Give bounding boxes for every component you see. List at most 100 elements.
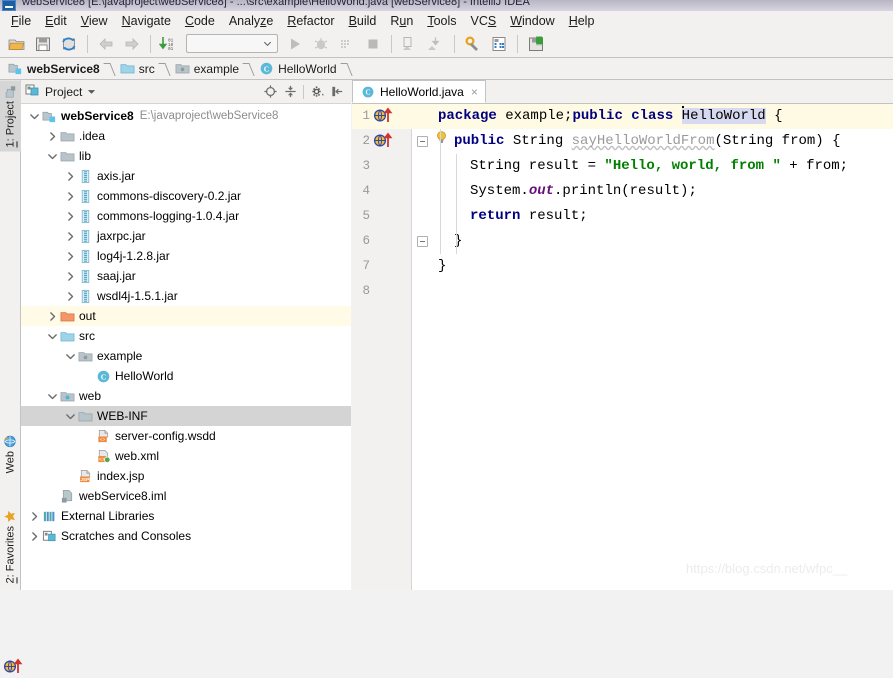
webservice-gutter-icon[interactable]: [373, 132, 409, 151]
menu-tools[interactable]: Tools: [420, 12, 463, 30]
locate-icon[interactable]: [260, 82, 280, 102]
code-editor[interactable]: 1 package example;public class HelloWorl…: [352, 104, 893, 590]
debug-button[interactable]: [308, 32, 334, 56]
chevron-right-icon[interactable]: [63, 206, 77, 226]
tree-node-helloworld[interactable]: C HelloWorld: [21, 366, 351, 386]
code-line[interactable]: 8: [352, 279, 893, 304]
update-project-button[interactable]: [397, 32, 423, 56]
tree-node-axis-jar[interactable]: axis.jar: [21, 166, 351, 186]
chevron-right-icon[interactable]: [63, 266, 77, 286]
tree-node-src[interactable]: src: [21, 326, 351, 346]
code-line[interactable]: 5 return result;: [352, 204, 893, 229]
run-button[interactable]: [282, 32, 308, 56]
chevron-right-icon[interactable]: [27, 506, 41, 526]
chevron-down-icon[interactable]: [45, 146, 59, 166]
menu-help[interactable]: Help: [562, 12, 602, 30]
coverage-button[interactable]: [334, 32, 360, 56]
save-all-button[interactable]: [30, 32, 56, 56]
chevron-right-icon[interactable]: [63, 246, 77, 266]
stop-button[interactable]: [360, 32, 386, 56]
tree-node-commons-logging-1-0-4-jar[interactable]: commons-logging-1.0.4.jar: [21, 206, 351, 226]
menu-run[interactable]: Run: [383, 12, 420, 30]
menu-edit[interactable]: Edit: [38, 12, 74, 30]
breadcrumb-item-webservice8[interactable]: webService8: [6, 61, 102, 76]
settings-button[interactable]: [460, 32, 486, 56]
editor-tab-helloworld[interactable]: C HelloWorld.java ×: [352, 80, 486, 103]
breadcrumb-item-example[interactable]: example: [173, 61, 241, 76]
chevron-down-icon[interactable]: [87, 85, 96, 99]
tree-node-wsdl4j-1-5-1-jar[interactable]: wsdl4j-1.5.1.jar: [21, 286, 351, 306]
tool-tab-project[interactable]: 1: Project: [0, 80, 21, 152]
tree-node-saaj-jar[interactable]: saaj.jar: [21, 266, 351, 286]
intention-bulb-icon[interactable]: [436, 131, 447, 144]
tree-node-lib[interactable]: lib: [21, 146, 351, 166]
menu-window[interactable]: Window: [503, 12, 561, 30]
tree-node-jaxrpc-jar[interactable]: jaxrpc.jar: [21, 226, 351, 246]
code-line[interactable]: 3 String result = "Hello, world, from " +…: [352, 154, 893, 179]
tree-node-label: wsdl4j-1.5.1.jar: [97, 289, 178, 303]
chevron-right-icon[interactable]: [63, 186, 77, 206]
chevron-right-icon[interactable]: [63, 286, 77, 306]
tree-node-web[interactable]: web: [21, 386, 351, 406]
tree-node-out[interactable]: out: [21, 306, 351, 326]
code-line[interactable]: 4 System.out.println(result);: [352, 179, 893, 204]
menu-file[interactable]: File: [4, 12, 38, 30]
tool-tab-web[interactable]: Web: [0, 430, 21, 477]
tree-node-web-xml[interactable]: <> web.xml: [21, 446, 351, 466]
chevron-right-icon[interactable]: [45, 126, 59, 146]
tool-tab-favorites[interactable]: 2: Favorites: [0, 505, 21, 587]
chevron-down-icon[interactable]: [45, 326, 59, 346]
menu-analyze[interactable]: Analyze: [222, 12, 280, 30]
code-line[interactable]: 7}: [352, 254, 893, 279]
menu-refactor[interactable]: Refactor: [280, 12, 341, 30]
tree-node-log4j-1-2-8-jar[interactable]: log4j-1.2.8.jar: [21, 246, 351, 266]
tree-node--idea[interactable]: .idea: [21, 126, 351, 146]
tree-node-server-config-wsdd[interactable]: <> server-config.wsdd: [21, 426, 351, 446]
chevron-right-icon[interactable]: [63, 226, 77, 246]
web-folder-icon: [59, 386, 76, 406]
tree-node-web-inf[interactable]: WEB-INF: [21, 406, 351, 426]
chevron-down-icon[interactable]: [63, 406, 77, 426]
code-line[interactable]: 1 package example;public class HelloWorl…: [352, 104, 893, 129]
tree-node-scratches-and-consoles[interactable]: Scratches and Consoles: [21, 526, 351, 546]
fold-collapse-icon[interactable]: [417, 236, 428, 247]
chevron-right-icon[interactable]: [45, 306, 59, 326]
close-icon[interactable]: ×: [471, 85, 478, 99]
chevron-right-icon[interactable]: [27, 526, 41, 546]
synchronize-button[interactable]: [56, 32, 82, 56]
code-line[interactable]: 6}: [352, 229, 893, 254]
tree-node-index-jsp[interactable]: JSP index.jsp: [21, 466, 351, 486]
menu-build[interactable]: Build: [342, 12, 384, 30]
tree-node-webservice8-iml[interactable]: webService8.iml: [21, 486, 351, 506]
fold-collapse-icon[interactable]: [417, 136, 428, 147]
menu-view[interactable]: View: [74, 12, 115, 30]
code-line[interactable]: 2 public String sayHelloWorldFrom(String…: [352, 129, 893, 154]
gear-icon[interactable]: [307, 82, 327, 102]
chevron-down-icon[interactable]: [27, 106, 41, 126]
menu-navigate[interactable]: Navigate: [115, 12, 178, 30]
chevron-down-icon[interactable]: [45, 386, 59, 406]
chevron-down-icon[interactable]: [63, 346, 77, 366]
hide-icon[interactable]: [327, 82, 347, 102]
menu-code[interactable]: Code: [178, 12, 222, 30]
webservice-gutter-icon[interactable]: [373, 107, 409, 126]
navigate-forward-button[interactable]: [119, 32, 145, 56]
terminal-tab-icon[interactable]: [3, 658, 23, 678]
open-project-button[interactable]: [4, 32, 30, 56]
chevron-right-icon[interactable]: [63, 166, 77, 186]
sdk-manager-button[interactable]: [523, 32, 549, 56]
tree-node-commons-discovery-0-2-jar[interactable]: commons-discovery-0.2.jar: [21, 186, 351, 206]
run-configuration-select[interactable]: [186, 34, 278, 53]
breadcrumb-item-src[interactable]: src: [118, 61, 157, 76]
collapse-all-icon[interactable]: [280, 82, 300, 102]
menu-vcs[interactable]: VCS: [464, 12, 504, 30]
tree-node-example[interactable]: example: [21, 346, 351, 366]
project-structure-button[interactable]: [486, 32, 512, 56]
tree-node-webservice8[interactable]: webService8 E:\javaproject\webService8: [21, 106, 351, 126]
commit-button[interactable]: [423, 32, 449, 56]
tree-node-external-libraries[interactable]: External Libraries: [21, 506, 351, 526]
project-tree[interactable]: webService8 E:\javaproject\webService8 .i…: [21, 104, 351, 590]
breadcrumb-item-helloworld[interactable]: C HelloWorld: [257, 61, 338, 76]
compile-button[interactable]: 01 10 01: [156, 32, 182, 56]
navigate-back-button[interactable]: [93, 32, 119, 56]
